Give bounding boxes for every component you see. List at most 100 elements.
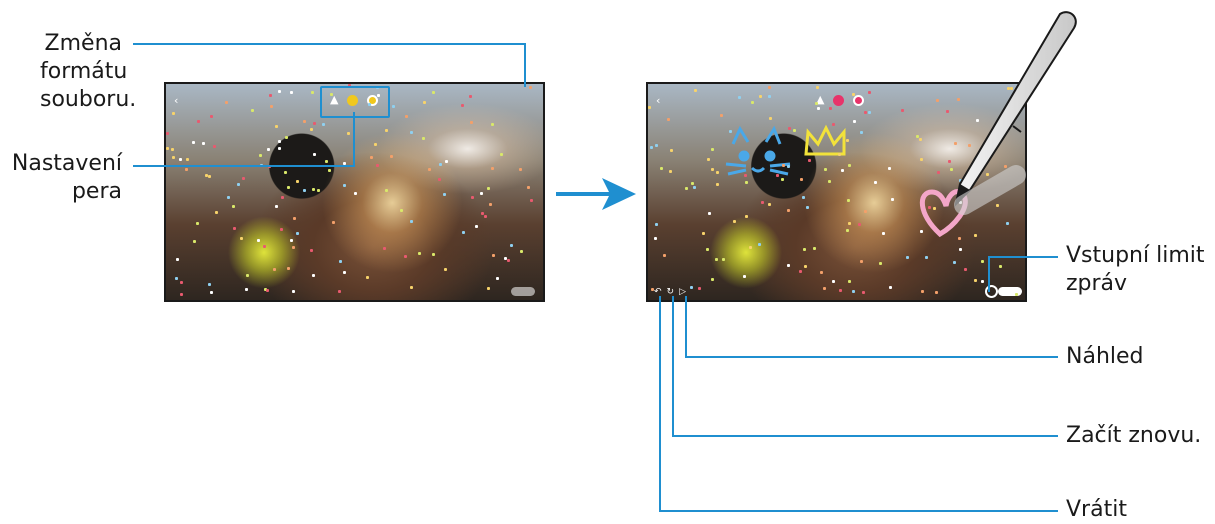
confetti-speck [529, 86, 532, 89]
confetti-speck [691, 182, 694, 185]
confetti-speck [879, 262, 882, 265]
chevron-left-icon[interactable]: ‹ [174, 94, 178, 107]
confetti-speck [729, 130, 732, 133]
confetti-speck [491, 167, 494, 170]
confetti-speck [768, 86, 771, 89]
confetti-speck [500, 153, 503, 156]
confetti-speck [176, 258, 179, 261]
confetti-speck [906, 256, 909, 259]
confetti-speck [439, 163, 442, 166]
confetti-speck [410, 286, 413, 289]
confetti-speck [179, 158, 182, 161]
confetti-speck [759, 95, 762, 98]
crown-drawing [804, 124, 846, 156]
confetti-speck [292, 290, 295, 293]
confetti-speck [745, 215, 748, 218]
confetti-speck [813, 247, 816, 250]
confetti-speck [475, 225, 478, 228]
confetti-speck [196, 222, 199, 225]
preview-leader-h [685, 356, 1058, 358]
confetti-speck [799, 270, 802, 273]
confetti-speck [847, 199, 850, 202]
format-leader-h [133, 43, 526, 45]
confetti-speck [782, 164, 785, 167]
confetti-speck [530, 199, 533, 202]
pen-leader-h [133, 165, 355, 167]
confetti-speck [650, 146, 653, 149]
confetti-speck [461, 104, 464, 107]
confetti-speck [172, 156, 175, 159]
confetti-speck [808, 159, 811, 162]
confetti-speck [343, 184, 346, 187]
confetti-speck [519, 168, 522, 171]
confetti-speck [392, 105, 395, 108]
confetti-speck [651, 288, 654, 291]
confetti-speck [422, 137, 425, 140]
confetti-speck [820, 271, 823, 274]
confetti-speck [733, 220, 736, 223]
pen-settings-label: Nastavení pera [11, 151, 122, 204]
confetti-speck [246, 274, 249, 277]
cat-face-drawing [725, 125, 791, 176]
confetti-speck [669, 170, 672, 173]
restart-leader-v [672, 296, 674, 437]
confetti-speck [418, 252, 421, 255]
confetti-speck [848, 280, 851, 283]
confetti-speck [787, 209, 790, 212]
confetti-speck [722, 258, 725, 261]
confetti-speck [290, 91, 293, 94]
send-button[interactable] [511, 287, 535, 296]
confetti-speck [332, 221, 335, 224]
confetti-speck [702, 232, 705, 235]
confetti-speck [888, 167, 891, 170]
confetti-speck [749, 246, 752, 249]
confetti-speck [491, 123, 494, 126]
confetti-speck [278, 147, 281, 150]
confetti-speck [487, 287, 490, 290]
confetti-speck [846, 229, 849, 232]
confetti-speck [410, 220, 413, 223]
undo-label: Vrátit [1066, 497, 1127, 522]
confetti-speck [828, 180, 831, 183]
limit-leader-v [988, 256, 990, 292]
confetti-speck [868, 91, 871, 94]
confetti-speck [802, 196, 805, 199]
confetti-speck [227, 196, 230, 199]
confetti-speck [769, 117, 772, 120]
confetti-speck [707, 158, 710, 161]
confetti-speck [213, 145, 216, 148]
confetti-speck [823, 287, 826, 290]
confetti-speck [390, 155, 393, 158]
send-button[interactable] [998, 287, 1022, 296]
confetti-speck [832, 280, 835, 283]
confetti-speck [864, 210, 867, 213]
confetti-speck [839, 289, 842, 292]
confetti-speck [438, 178, 441, 181]
confetti-speck [313, 153, 316, 156]
confetti-speck [964, 268, 967, 271]
confetti-speck [685, 187, 688, 190]
confetti-speck [761, 201, 764, 204]
confetti-speck [432, 253, 435, 256]
confetti-speck [370, 156, 373, 159]
confetti-speck [698, 287, 701, 290]
confetti-speck [776, 174, 779, 177]
confetti-speck [891, 198, 894, 201]
confetti-speck [292, 246, 295, 249]
confetti-speck [974, 279, 977, 282]
confetti-speck [804, 265, 807, 268]
confetti-speck [487, 187, 490, 190]
confetti-speck [312, 274, 315, 277]
confetti-speck [848, 222, 851, 225]
confetti-speck [738, 96, 741, 99]
confetti-speck [267, 148, 270, 151]
confetti-speck [280, 228, 283, 231]
confetti-speck [848, 164, 851, 167]
confetti-speck [815, 102, 818, 105]
confetti-speck [711, 168, 714, 171]
confetti-speck [874, 181, 877, 184]
confetti-speck [180, 293, 183, 296]
confetti-speck [343, 271, 346, 274]
confetti-speck [385, 189, 388, 192]
confetti-speck [496, 277, 499, 280]
